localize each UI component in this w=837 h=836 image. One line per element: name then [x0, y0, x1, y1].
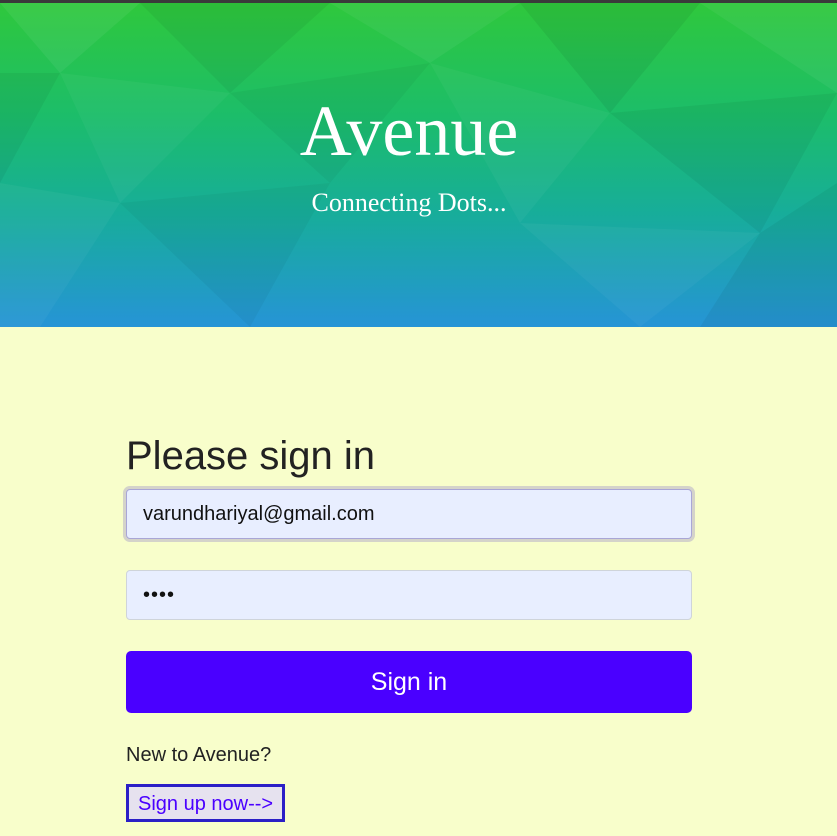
email-input[interactable]: [126, 489, 692, 539]
new-user-prompt: New to Avenue?: [126, 744, 272, 766]
signin-button[interactable]: Sign in: [126, 651, 692, 713]
password-input[interactable]: [126, 570, 692, 620]
signin-heading: Please sign in: [126, 434, 376, 478]
signup-link[interactable]: Sign up now-->: [126, 784, 286, 822]
app-title: Avenue: [299, 91, 519, 171]
app-tagline: Connecting Dots...: [311, 188, 507, 217]
hero-banner: Avenue Connecting Dots...: [0, 3, 837, 327]
